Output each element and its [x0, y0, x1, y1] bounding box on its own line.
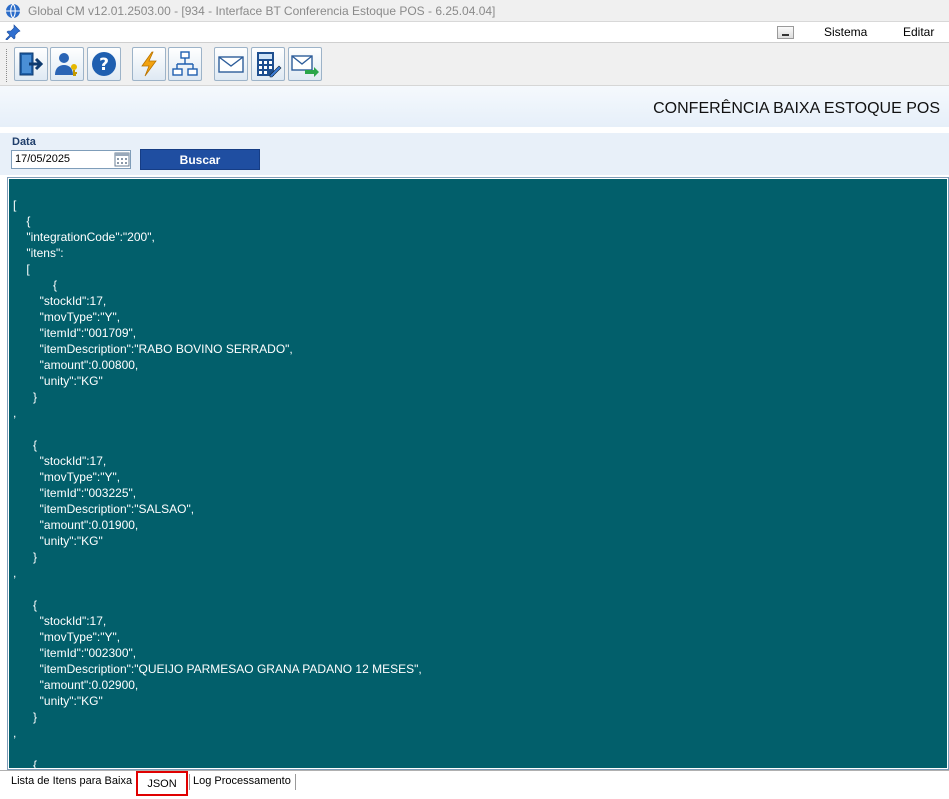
json-line: , [13, 566, 17, 580]
lightning-icon [141, 51, 157, 77]
menu-bar: Sistema Editar [0, 22, 949, 43]
mail-send-icon [291, 55, 319, 77]
json-line [13, 741, 947, 757]
user-key-button[interactable] [50, 47, 84, 81]
json-line: [ [13, 262, 30, 276]
date-label: Data [12, 136, 36, 148]
globe-icon [6, 3, 20, 18]
tab-log-processamento[interactable]: Log Processamento [189, 772, 295, 794]
json-viewer: [ { "integrationCode":"200", "itens": [ … [7, 177, 949, 770]
window-title: Global CM v12.01.2503.00 - [934 - Interf… [28, 3, 496, 18]
page-title: CONFERÊNCIA BAIXA ESTOQUE POS [653, 100, 940, 117]
calendar-icon[interactable] [114, 151, 130, 167]
org-chart-button[interactable] [168, 47, 202, 81]
calculator-edit-icon [257, 52, 282, 78]
json-line: { [13, 438, 38, 452]
menu-editar[interactable]: Editar [903, 25, 934, 39]
filter-panel: Data 17/05/2025 Buscar [0, 133, 949, 175]
toolbar: ? [0, 43, 949, 86]
page-header: CONFERÊNCIA BAIXA ESTOQUE POS [0, 86, 949, 130]
json-line: "stockId":17, [13, 454, 107, 468]
help-button[interactable]: ? [87, 47, 121, 81]
json-line: "stockId":17, [13, 614, 107, 628]
date-field[interactable]: 17/05/2025 [11, 150, 131, 169]
json-line [13, 421, 947, 437]
json-line: "integrationCode":"200", [13, 230, 155, 244]
json-line [13, 581, 947, 597]
org-chart-icon [172, 51, 198, 76]
exit-icon [19, 52, 44, 76]
json-line: "movType":"Y", [13, 470, 121, 484]
json-line: { [13, 598, 38, 612]
tab-separator [295, 774, 296, 790]
tab-json[interactable]: JSON [136, 771, 188, 796]
json-line: "itemId":"002300", [13, 646, 137, 660]
json-line: "amount":0.01900, [13, 518, 139, 532]
mail-icon [218, 56, 244, 73]
json-line: "itemId":"001709", [13, 326, 137, 340]
calculator-edit-button[interactable] [251, 47, 285, 81]
user-key-icon [55, 53, 77, 76]
exit-button[interactable] [14, 47, 48, 81]
json-line: "itemDescription":"QUEIJO PARMESAO GRANA… [13, 662, 422, 676]
json-line: "amount":0.00800, [13, 358, 139, 372]
json-line: "itemId":"003225", [13, 486, 137, 500]
minimize-button[interactable] [777, 26, 794, 39]
tab-lista-itens[interactable]: Lista de Itens para Baixa [7, 772, 136, 794]
pin-icon[interactable] [4, 24, 22, 40]
mail-button[interactable] [214, 47, 248, 81]
tab-strip: Lista de Itens para Baixa JSON Log Proce… [0, 770, 949, 799]
json-line: "itemDescription":"SALSAO", [13, 502, 195, 516]
title-bar: Global CM v12.01.2503.00 - [934 - Interf… [0, 0, 949, 22]
json-line: { [13, 214, 31, 228]
json-line: { [13, 278, 58, 292]
json-text-area[interactable]: [ { "integrationCode":"200", "itens": [ … [9, 179, 947, 768]
json-line: "movType":"Y", [13, 630, 121, 644]
json-line: } [13, 710, 38, 724]
help-icon: ? [92, 52, 116, 76]
json-line: } [13, 550, 38, 564]
toolbar-grip [6, 49, 9, 82]
lightning-button[interactable] [132, 47, 166, 81]
json-line: , [13, 726, 17, 740]
json-line: } [13, 390, 38, 404]
tab-json-label: JSON [147, 777, 177, 790]
menu-sistema[interactable]: Sistema [824, 25, 867, 39]
json-line: "stockId":17, [13, 294, 107, 308]
json-line: "itens": [13, 246, 64, 260]
json-line: "unity":"KG" [13, 534, 103, 548]
json-line: [ [13, 198, 17, 212]
json-line: "unity":"KG" [13, 694, 103, 708]
json-line: "unity":"KG" [13, 374, 103, 388]
json-line: , [13, 406, 17, 420]
search-button[interactable]: Buscar [140, 149, 260, 170]
json-line: "movType":"Y", [13, 310, 121, 324]
mail-send-button[interactable] [288, 47, 322, 81]
json-line: { [13, 758, 38, 768]
svg-text:?: ? [99, 55, 109, 75]
json-line: "amount":0.02900, [13, 678, 139, 692]
json-line: "itemDescription":"RABO BOVINO SERRADO", [13, 342, 293, 356]
